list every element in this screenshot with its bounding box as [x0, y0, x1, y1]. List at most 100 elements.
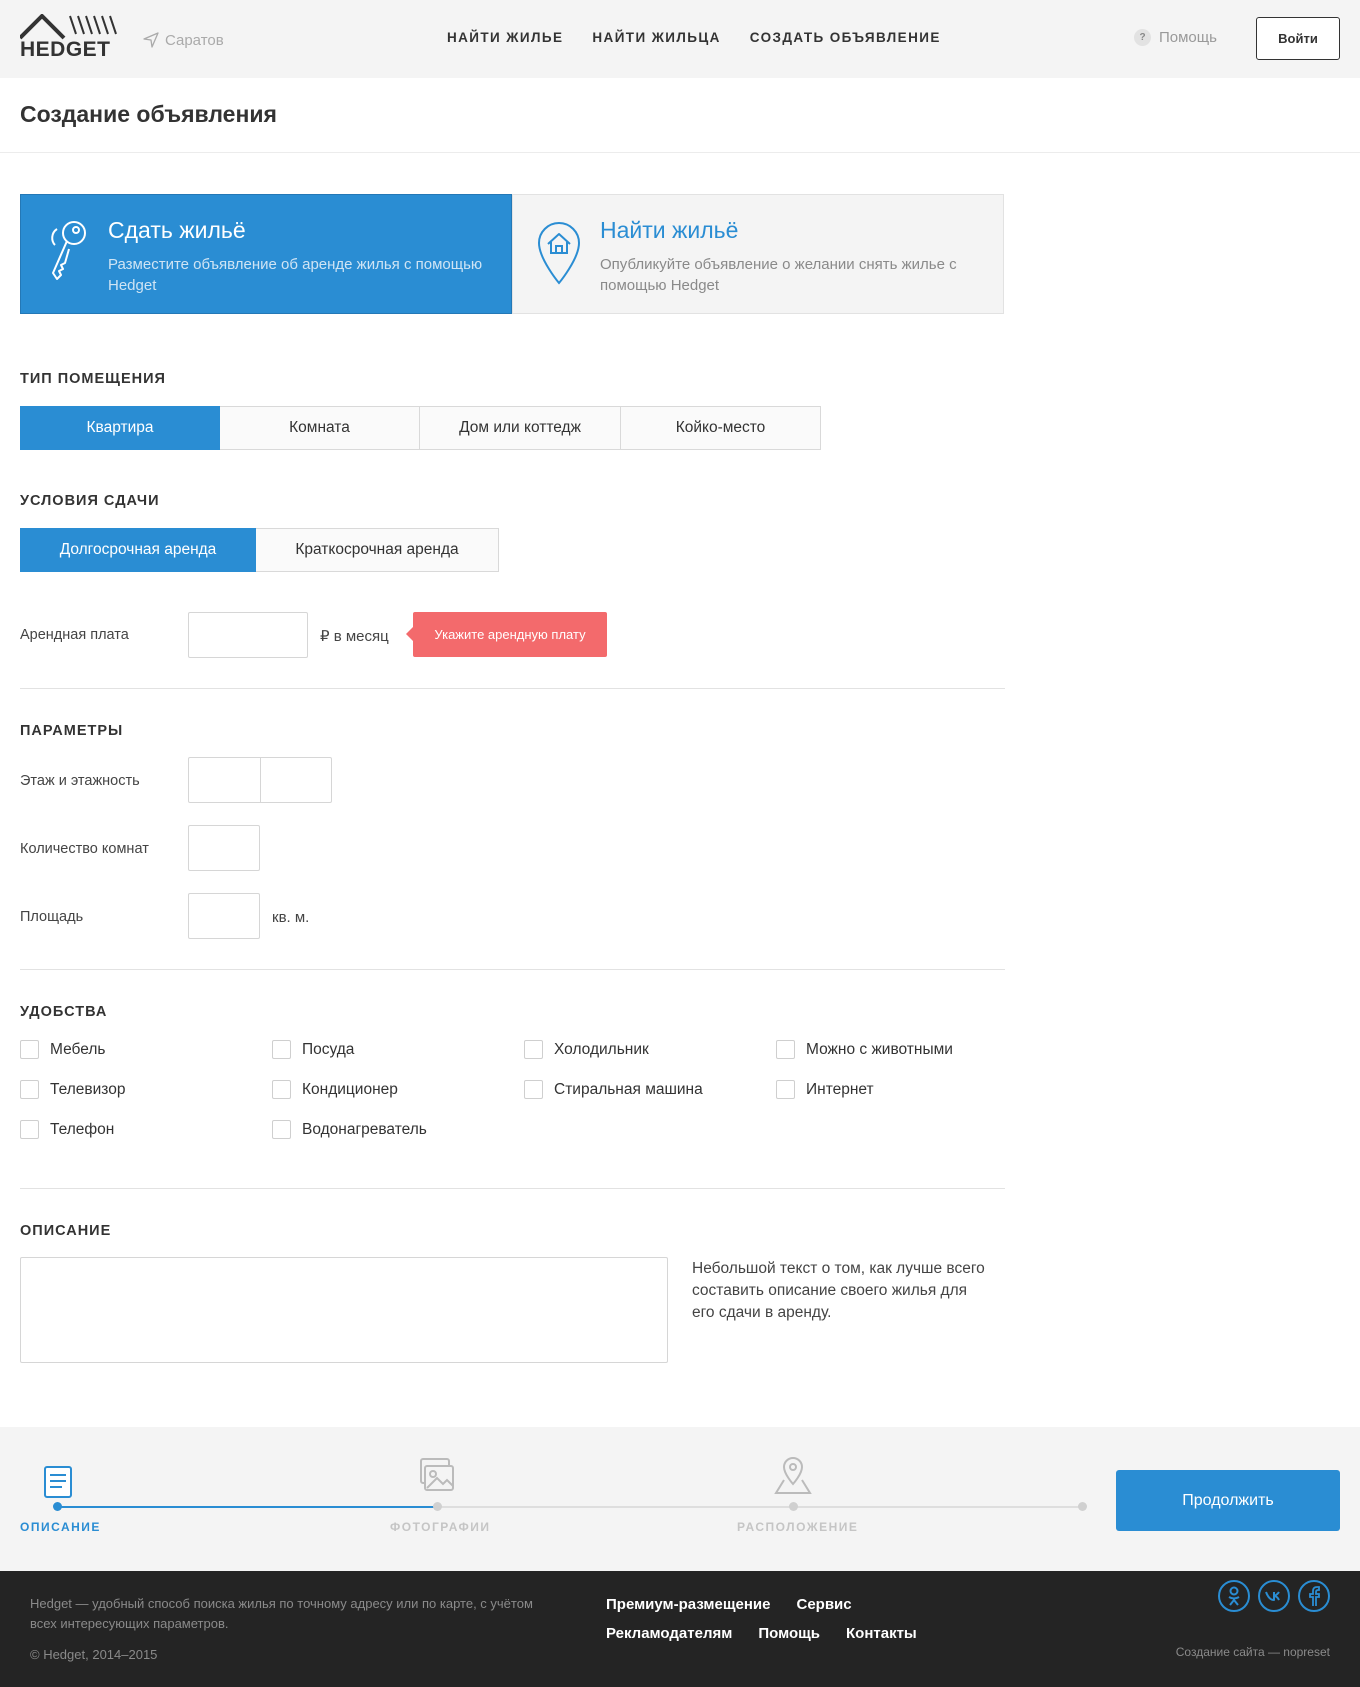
mode-find-housing[interactable]: Найти жильё Опубликуйте объявление о жел…: [512, 194, 1004, 314]
mode-find-housing-text: Опубликуйте объявление о желании снять ж…: [600, 256, 957, 294]
amenity-label: Телевизор: [50, 1080, 126, 1098]
rent-terms-selector: Долгосрочная аренда Краткосрочная аренда: [20, 528, 499, 572]
amenity-label: Можно с животными: [806, 1040, 953, 1058]
step-label-location[interactable]: РАСПОЛОЖЕНИЕ: [737, 1520, 858, 1534]
page-title: Создание объявления: [20, 101, 277, 127]
nav-create-listing[interactable]: СОЗДАТЬ ОБЪЯВЛЕНИЕ: [750, 30, 941, 45]
area-label: Площадь: [20, 909, 84, 925]
vk-icon[interactable]: [1258, 1580, 1290, 1612]
area-input[interactable]: [188, 893, 260, 939]
checkbox[interactable]: [776, 1040, 795, 1059]
amenities-heading: УДОБСТВА: [20, 1004, 108, 1020]
checkbox[interactable]: [524, 1040, 543, 1059]
step-label-photos[interactable]: ФОТОГРАФИИ: [390, 1520, 491, 1534]
checkbox[interactable]: [524, 1080, 543, 1099]
nav-find-housing[interactable]: НАЙТИ ЖИЛЬЕ: [447, 30, 563, 45]
step-dot-description: [53, 1502, 62, 1511]
footer-link-advertisers[interactable]: Рекламодателям: [606, 1625, 732, 1642]
ok-icon[interactable]: [1218, 1580, 1250, 1612]
help-label: Помощь: [1159, 29, 1217, 46]
section-divider: [20, 1188, 1005, 1189]
amenity-label: Холодильник: [554, 1040, 649, 1058]
property-type-selector: Квартира Комната Дом или коттедж Койко-м…: [20, 406, 821, 450]
checkbox[interactable]: [272, 1120, 291, 1139]
amenity-internet[interactable]: Интернет: [776, 1080, 874, 1099]
help-icon: ?: [1134, 29, 1151, 46]
floor-label: Этаж и этажность: [20, 773, 140, 789]
login-button[interactable]: Войти: [1256, 17, 1340, 60]
rent-input[interactable]: [188, 612, 308, 658]
keys-icon: [51, 221, 86, 280]
floor-input[interactable]: [188, 757, 261, 803]
rent-terms-long[interactable]: Долгосрочная аренда: [20, 528, 256, 572]
mode-rent-out[interactable]: Сдать жильё Разместите объявление об аре…: [20, 194, 512, 314]
area-unit: кв. м.: [272, 909, 310, 926]
rent-error-tooltip: Укажите арендную плату: [406, 612, 607, 657]
map-pin-icon[interactable]: [773, 1456, 813, 1496]
facebook-icon[interactable]: [1298, 1580, 1330, 1612]
footer-credit[interactable]: Создание сайта — nopreset: [1120, 1645, 1330, 1659]
footer-link-service[interactable]: Сервис: [796, 1596, 851, 1613]
checkbox[interactable]: [20, 1040, 39, 1059]
amenity-tv[interactable]: Телевизор: [20, 1080, 125, 1099]
city-selector[interactable]: Саратов: [143, 28, 224, 52]
amenity-label: Телефон: [50, 1120, 115, 1138]
amenity-washer[interactable]: Стиральная машина: [524, 1080, 703, 1099]
step-label-description[interactable]: ОПИСАНИЕ: [20, 1520, 101, 1534]
rent-terms-heading: УСЛОВИЯ СДАЧИ: [20, 493, 160, 509]
document-icon[interactable]: [38, 1462, 78, 1502]
checkbox[interactable]: [20, 1120, 39, 1139]
location-arrow-icon: [143, 32, 159, 48]
ok-glyph: [1228, 1586, 1240, 1606]
mode-rent-out-title: Сдать жильё: [108, 217, 246, 243]
checkbox[interactable]: [20, 1080, 39, 1099]
progress-track: [438, 1506, 1082, 1508]
description-hint: Небольшой текст о том, как лучше всего с…: [692, 1260, 985, 1321]
total-floors-input[interactable]: [260, 757, 332, 803]
vk-glyph: [1265, 1591, 1280, 1601]
rent-terms-short[interactable]: Краткосрочная аренда: [256, 528, 499, 572]
section-divider: [20, 969, 1005, 970]
continue-button[interactable]: Продолжить: [1116, 1470, 1340, 1531]
amenity-label: Водонагреватель: [302, 1120, 427, 1138]
photos-icon[interactable]: [417, 1456, 457, 1496]
amenity-label: Посуда: [302, 1040, 355, 1058]
description-textarea[interactable]: [20, 1257, 668, 1363]
footer-link-premium[interactable]: Премиум-размещение: [606, 1596, 770, 1613]
amenity-label: Кондиционер: [302, 1080, 398, 1098]
help-link[interactable]: ? Помощь: [1134, 29, 1217, 46]
property-type-room[interactable]: Комната: [220, 406, 420, 450]
rent-label: Арендная плата: [20, 627, 129, 643]
params-heading: ПАРАМЕТРЫ: [20, 723, 124, 739]
property-type-house[interactable]: Дом или коттедж: [420, 406, 621, 450]
section-divider: [20, 688, 1005, 689]
footer-description: Hedget — удобный способ поиска жилья по …: [30, 1596, 533, 1631]
nav-find-tenant[interactable]: НАЙТИ ЖИЛЬЦА: [592, 30, 720, 45]
checkbox[interactable]: [272, 1080, 291, 1099]
amenity-ac[interactable]: Кондиционер: [272, 1080, 398, 1099]
amenity-fridge[interactable]: Холодильник: [524, 1040, 649, 1059]
hedget-logo[interactable]: HEDGET: [18, 13, 120, 62]
property-type-bed[interactable]: Койко-место: [621, 406, 821, 450]
checkbox[interactable]: [272, 1040, 291, 1059]
rooms-input[interactable]: [188, 825, 260, 871]
amenity-pets[interactable]: Можно с животными: [776, 1040, 953, 1059]
amenity-furniture[interactable]: Мебель: [20, 1040, 105, 1059]
property-type-heading: ТИП ПОМЕЩЕНИЯ: [20, 371, 166, 387]
description-heading: ОПИСАНИЕ: [20, 1223, 112, 1239]
footer-links: Премиум-размещение Сервис Рекламодателям…: [606, 1596, 946, 1642]
footer-link-contacts[interactable]: Контакты: [846, 1625, 917, 1642]
step-dot-photos: [433, 1502, 442, 1511]
step-dot-end: [1078, 1502, 1087, 1511]
rent-unit: ₽ в месяц: [320, 628, 389, 645]
logo-text: HEDGET: [20, 38, 111, 61]
amenity-phone[interactable]: Телефон: [20, 1120, 114, 1139]
property-type-apartment[interactable]: Квартира: [20, 406, 220, 450]
logo-roof-icon: [18, 13, 117, 40]
house-pin-icon: [537, 222, 581, 285]
amenity-water-heater[interactable]: Водонагреватель: [272, 1120, 427, 1139]
checkbox[interactable]: [776, 1080, 795, 1099]
amenity-label: Мебель: [50, 1040, 106, 1058]
footer-link-help[interactable]: Помощь: [758, 1625, 820, 1642]
amenity-dishes[interactable]: Посуда: [272, 1040, 354, 1059]
